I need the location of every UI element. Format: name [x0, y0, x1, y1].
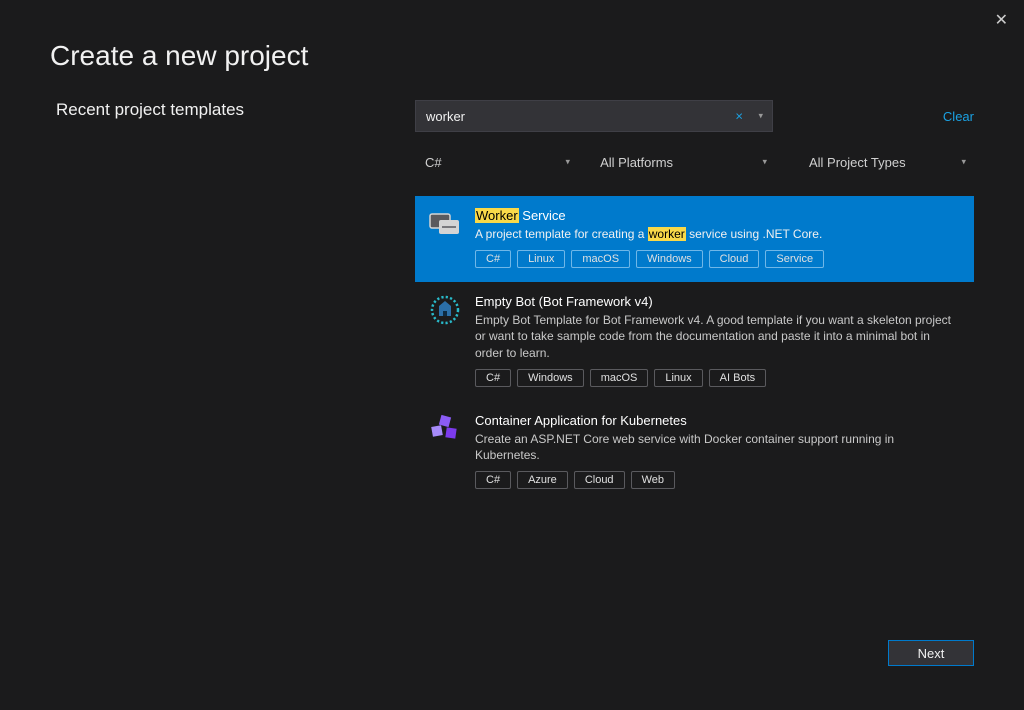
template-description: Create an ASP.NET Core web service with …	[475, 431, 960, 463]
template-item-worker-service[interactable]: Worker Service A project template for cr…	[415, 196, 974, 282]
recent-templates-heading: Recent project templates	[56, 100, 415, 120]
tag: Cloud	[574, 471, 625, 489]
worker-service-icon	[429, 208, 461, 240]
kubernetes-icon	[429, 413, 461, 445]
tag: AI Bots	[709, 369, 766, 387]
tag: Service	[765, 250, 824, 268]
tag: macOS	[590, 369, 649, 387]
search-clear-icon[interactable]: ×	[735, 109, 743, 124]
filter-platform-select[interactable]: All Platforms ▾	[590, 148, 775, 176]
tag: Windows	[517, 369, 584, 387]
next-button[interactable]: Next	[888, 640, 974, 666]
template-title: Empty Bot (Bot Framework v4)	[475, 294, 960, 309]
recent-templates-panel: Recent project templates	[50, 100, 415, 503]
chevron-down-icon: ▾	[961, 157, 966, 168]
filter-language-select[interactable]: C# ▾	[415, 148, 578, 176]
filter-language-label: C#	[425, 155, 442, 170]
search-input[interactable]	[415, 100, 773, 132]
template-item-empty-bot[interactable]: Empty Bot (Bot Framework v4) Empty Bot T…	[415, 282, 974, 401]
tag: Windows	[636, 250, 703, 268]
template-item-kubernetes[interactable]: Container Application for Kubernetes Cre…	[415, 401, 974, 503]
tag: C#	[475, 369, 511, 387]
page-title: Create a new project	[50, 40, 974, 72]
filter-project-type-label: All Project Types	[809, 155, 906, 170]
tag: Linux	[517, 250, 565, 268]
template-title: Container Application for Kubernetes	[475, 413, 960, 428]
filter-project-type-select[interactable]: All Project Types ▾	[787, 148, 974, 176]
chevron-down-icon: ▾	[762, 157, 767, 168]
chevron-down-icon: ▾	[566, 157, 571, 168]
tag: Cloud	[709, 250, 760, 268]
tag: Azure	[517, 471, 568, 489]
clear-filters-link[interactable]: Clear	[943, 109, 974, 124]
tag: Web	[631, 471, 675, 489]
template-title: Worker Service	[475, 208, 960, 223]
template-description: A project template for creating a worker…	[475, 226, 960, 242]
tag: C#	[475, 250, 511, 268]
tag: Linux	[654, 369, 702, 387]
search-dropdown-icon[interactable]: ▾	[758, 111, 763, 122]
tag: macOS	[571, 250, 630, 268]
bot-framework-icon	[429, 294, 461, 326]
template-description: Empty Bot Template for Bot Framework v4.…	[475, 312, 960, 361]
filter-platform-label: All Platforms	[600, 155, 673, 170]
tag: C#	[475, 471, 511, 489]
close-icon[interactable]: ✕	[995, 10, 1008, 30]
